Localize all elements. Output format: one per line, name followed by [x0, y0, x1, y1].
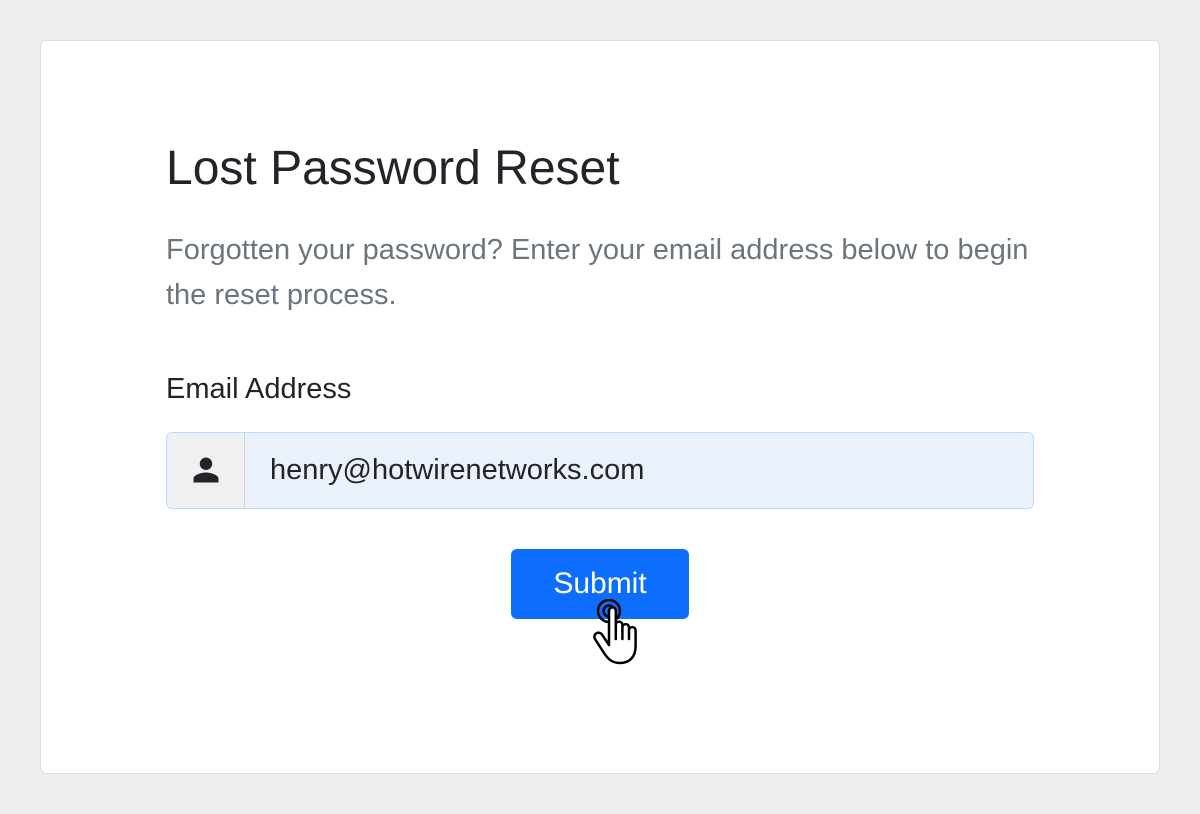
- reset-card: Lost Password Reset Forgotten your passw…: [40, 40, 1160, 774]
- email-label: Email Address: [166, 373, 1034, 406]
- page-title: Lost Password Reset: [166, 141, 1034, 196]
- email-input[interactable]: [245, 433, 1033, 508]
- email-input-group: [166, 432, 1034, 509]
- button-row: Submit: [166, 549, 1034, 619]
- submit-button[interactable]: Submit: [511, 549, 688, 619]
- page-description: Forgotten your password? Enter your emai…: [166, 228, 1034, 318]
- user-icon: [167, 433, 245, 508]
